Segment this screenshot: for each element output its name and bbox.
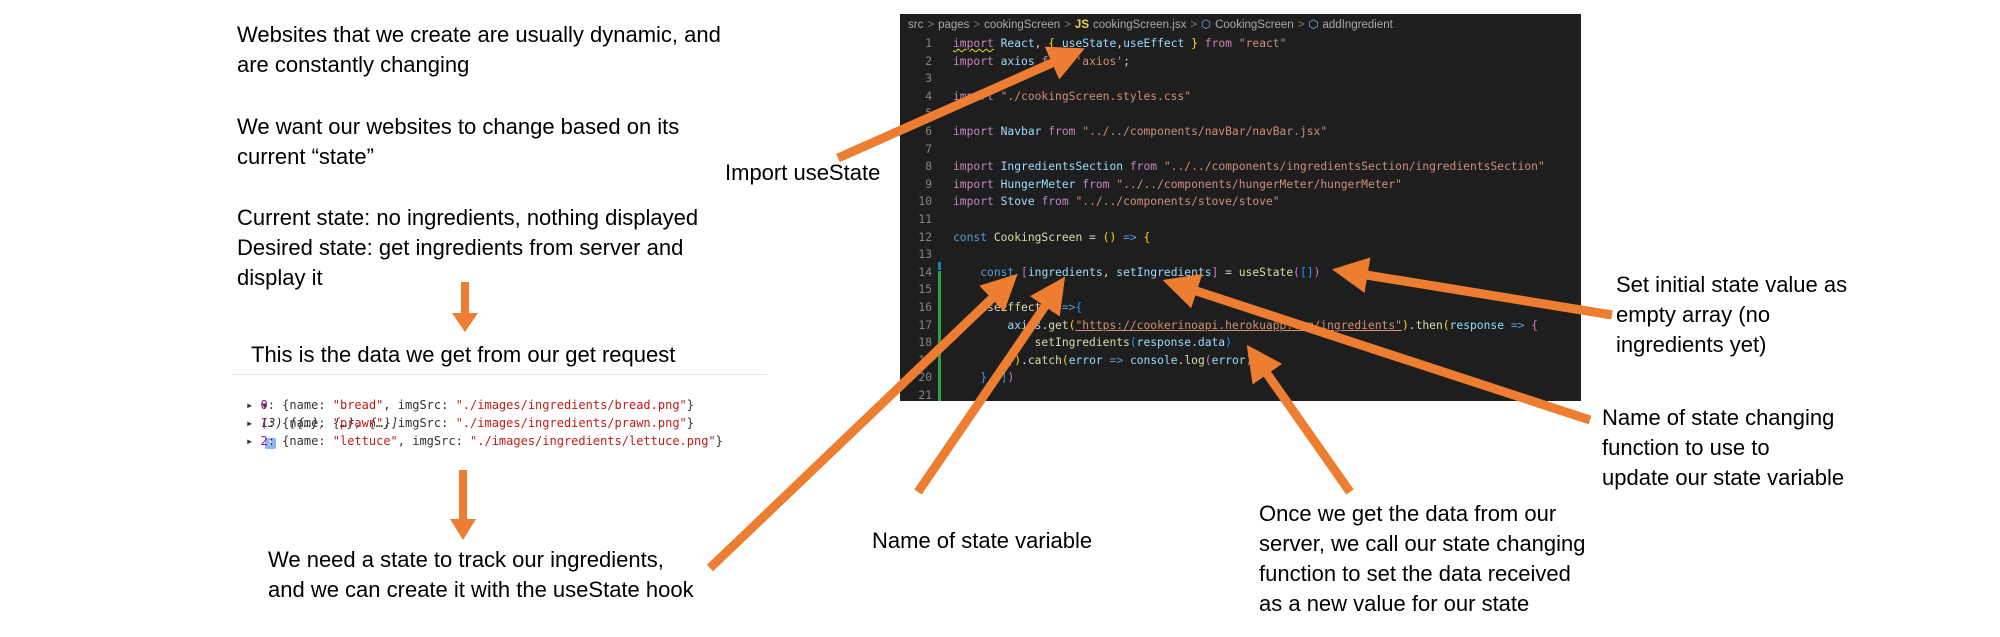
arrow-initial-value (1332, 257, 1613, 320)
arrow-state-variable (914, 276, 1066, 495)
annotation-arrows (706, 46, 1613, 572)
arrow-import-usestate (836, 46, 1085, 163)
arrow-server-data (1246, 344, 1354, 495)
